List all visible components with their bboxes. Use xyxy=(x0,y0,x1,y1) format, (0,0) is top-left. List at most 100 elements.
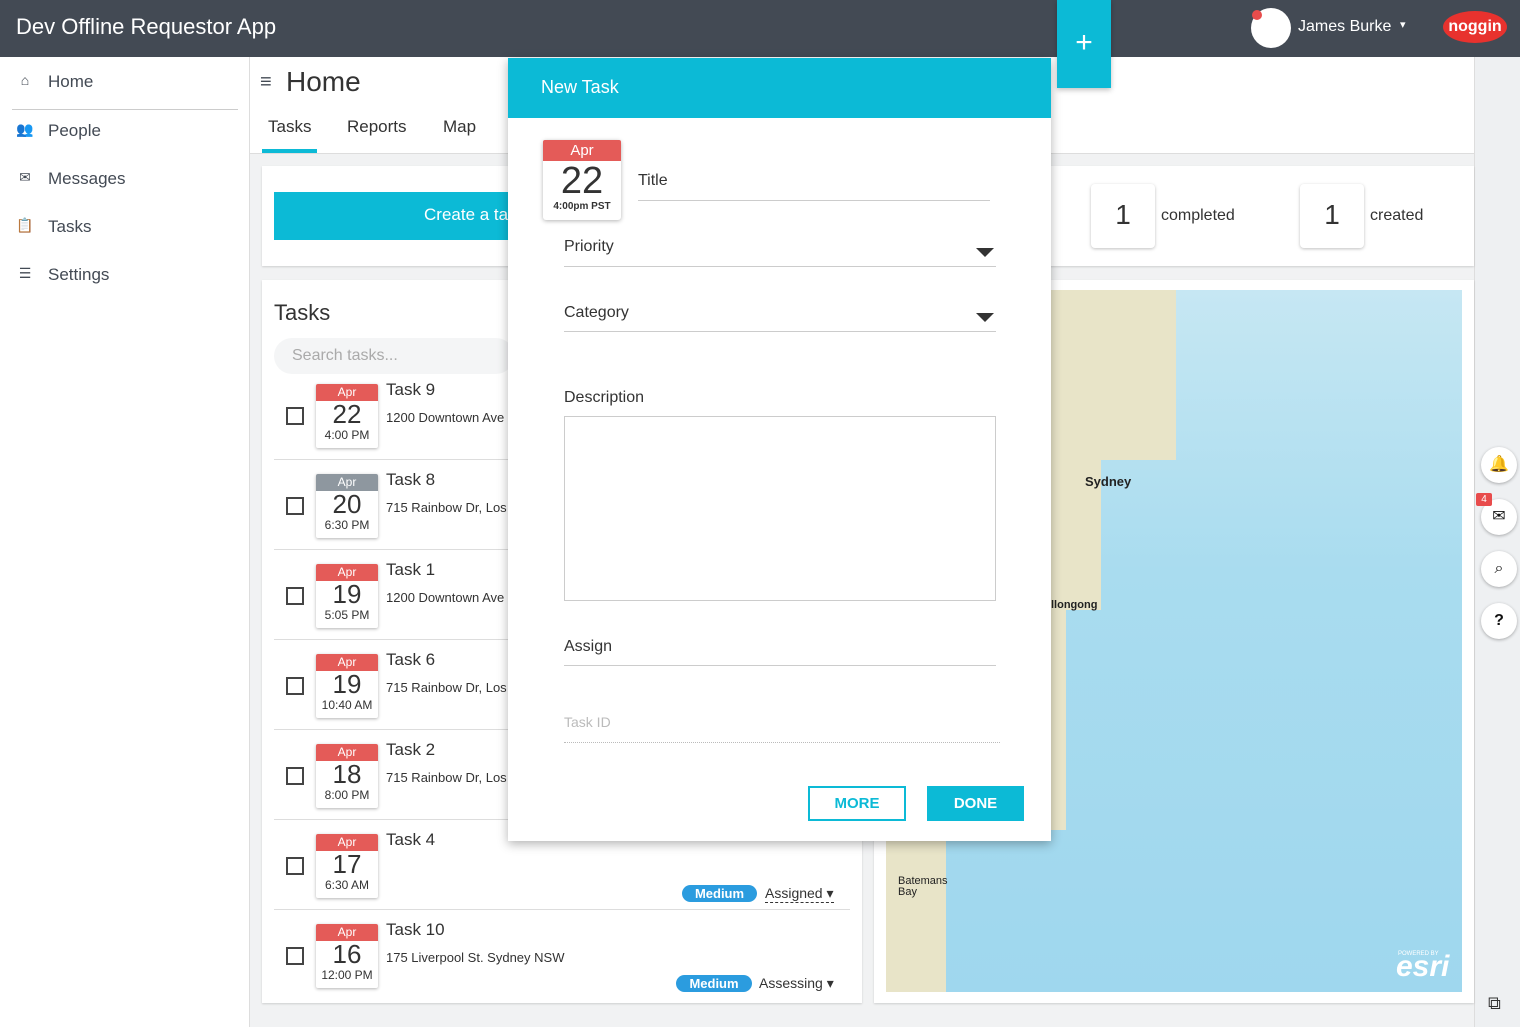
sidebar-item-messages[interactable]: ✉ Messages xyxy=(0,158,250,198)
hamburger-icon[interactable]: ≡ xyxy=(260,71,272,94)
sidebar-item-tasks[interactable]: 📋 Tasks xyxy=(0,206,250,246)
chevron-down-icon[interactable] xyxy=(976,313,994,322)
category-select[interactable] xyxy=(564,331,996,332)
date-time: 10:40 AM xyxy=(321,698,373,712)
task-checkbox[interactable] xyxy=(286,587,304,605)
task-checkbox[interactable] xyxy=(286,497,304,515)
priority-badge: Medium xyxy=(676,975,752,992)
top-bar: Dev Offline Requestor App James Burke ▾ … xyxy=(0,0,1520,57)
task-title: Task 6 xyxy=(386,650,436,669)
task-address: 715 Rainbow Dr, Los xyxy=(386,500,507,515)
active-tab-indicator xyxy=(262,149,317,153)
assign-field[interactable] xyxy=(564,665,996,666)
completed-label: completed xyxy=(1161,207,1235,224)
sidebar-item-settings[interactable]: ☰ Settings xyxy=(0,254,250,294)
priority-select[interactable] xyxy=(564,266,996,267)
chevron-down-icon[interactable] xyxy=(976,248,994,257)
task-checkbox[interactable] xyxy=(286,947,304,965)
home-icon: ⌂ xyxy=(20,72,30,88)
notification-dot xyxy=(1252,10,1262,20)
tab-map[interactable]: Map xyxy=(443,117,476,137)
date-time: 5:05 PM xyxy=(324,608,370,622)
description-textarea[interactable] xyxy=(564,416,996,601)
task-date-badge: Apr 19 10:40 AM xyxy=(316,654,378,718)
sidebar-item-label: People xyxy=(48,121,101,140)
task-date-badge: Apr 18 8:00 PM xyxy=(316,744,378,808)
map-label-wollongong: llongong xyxy=(1051,599,1098,611)
sliders-icon: ☰ xyxy=(18,265,32,281)
create-task-button[interactable]: Create a task xyxy=(274,192,514,240)
status-label: Assessing xyxy=(759,975,823,991)
help-icon[interactable]: ? xyxy=(1481,603,1517,639)
bell-icon[interactable]: 🔔 xyxy=(1481,447,1517,483)
date-time: 6:30 PM xyxy=(324,518,370,532)
task-address: 715 Rainbow Dr, Los xyxy=(386,770,507,785)
task-checkbox[interactable] xyxy=(286,677,304,695)
add-button[interactable]: + xyxy=(1057,0,1111,88)
date-time: 4:00 PM xyxy=(324,428,370,442)
title-field[interactable] xyxy=(638,200,990,201)
date-time: 4:00pm PST xyxy=(553,201,611,212)
completed-count: 1 xyxy=(1091,184,1155,248)
date-day: 17 xyxy=(332,849,362,879)
task-title: Task 9 xyxy=(386,380,436,399)
page-title: Home xyxy=(286,66,361,97)
new-task-modal: New Task Apr 22 4:00pm PST Title Priorit… xyxy=(508,58,1051,841)
message-count-badge: 4 xyxy=(1476,493,1492,506)
priority-badge: Medium xyxy=(682,885,757,902)
date-day: 19 xyxy=(332,579,362,609)
sidebar: ⌂ Home 👥 People ✉ Messages 📋 Tasks ☰ Set… xyxy=(0,57,250,1027)
date-day: 22 xyxy=(560,160,604,202)
app-title: Dev Offline Requestor App xyxy=(16,14,277,39)
task-address: 175 Liverpool St. Sydney NSW xyxy=(386,950,565,965)
sidebar-item-home[interactable]: ⌂ Home xyxy=(0,61,250,110)
task-id-underline xyxy=(564,742,1000,743)
copy-icon[interactable]: ⧉ xyxy=(1488,993,1510,1015)
sidebar-item-label: Tasks xyxy=(48,217,92,236)
task-checkbox[interactable] xyxy=(286,857,304,875)
task-title: Task 8 xyxy=(386,470,436,489)
tab-tasks[interactable]: Tasks xyxy=(268,117,311,137)
map-label-batemans-bay: Batemans Bay xyxy=(898,875,948,898)
sidebar-item-people[interactable]: 👥 People xyxy=(0,110,250,150)
task-date-badge: Apr 20 6:30 PM xyxy=(316,474,378,538)
task-date-badge: Apr 19 5:05 PM xyxy=(316,564,378,628)
task-title: Task 10 xyxy=(386,920,445,939)
created-count: 1 xyxy=(1300,184,1364,248)
due-date-picker[interactable]: Apr 22 4:00pm PST xyxy=(543,140,621,220)
people-icon: 👥 xyxy=(16,121,34,137)
noggin-logo: noggin xyxy=(1443,11,1507,43)
map-label-sydney: Sydney xyxy=(1085,474,1132,489)
search-placeholder: Search tasks... xyxy=(292,347,398,364)
tasks-heading: Tasks xyxy=(274,300,331,325)
search-icon[interactable]: ⌕ xyxy=(1481,551,1517,587)
clipboard-icon: 📋 xyxy=(16,217,34,233)
more-button[interactable]: MORE xyxy=(808,786,906,821)
task-row[interactable]: Apr 16 12:00 PM Task 10 175 Liverpool St… xyxy=(274,910,850,1000)
sidebar-item-label: Messages xyxy=(48,169,126,188)
task-address: 1200 Downtown Ave xyxy=(386,590,505,605)
date-time: 6:30 AM xyxy=(324,878,370,892)
status-label: Assigned xyxy=(765,885,823,901)
category-label: Category xyxy=(564,304,629,321)
status-dropdown[interactable]: Assessing ▾ xyxy=(759,975,834,992)
task-title: Task 2 xyxy=(386,740,436,759)
task-date-badge: Apr 16 12:00 PM xyxy=(316,924,378,988)
status-dropdown[interactable]: Assigned ▾ xyxy=(765,885,834,903)
caret-down-icon[interactable]: ▾ xyxy=(1400,18,1406,31)
esri-logo: esri xyxy=(1396,950,1450,983)
date-day: 16 xyxy=(332,939,362,969)
tab-reports[interactable]: Reports xyxy=(347,117,407,137)
task-checkbox[interactable] xyxy=(286,767,304,785)
sidebar-item-label: Home xyxy=(48,72,94,91)
date-day: 22 xyxy=(332,399,362,429)
done-button[interactable]: DONE xyxy=(927,786,1024,821)
task-checkbox[interactable] xyxy=(286,407,304,425)
modal-header: New Task xyxy=(508,58,1051,118)
scrollbar[interactable] xyxy=(1474,57,1520,1027)
user-menu[interactable]: James Burke xyxy=(1298,18,1391,36)
date-time: 12:00 PM xyxy=(321,968,373,982)
title-label: Title xyxy=(638,172,668,189)
description-label: Description xyxy=(564,389,645,406)
task-id-field[interactable]: Task ID xyxy=(564,714,611,730)
